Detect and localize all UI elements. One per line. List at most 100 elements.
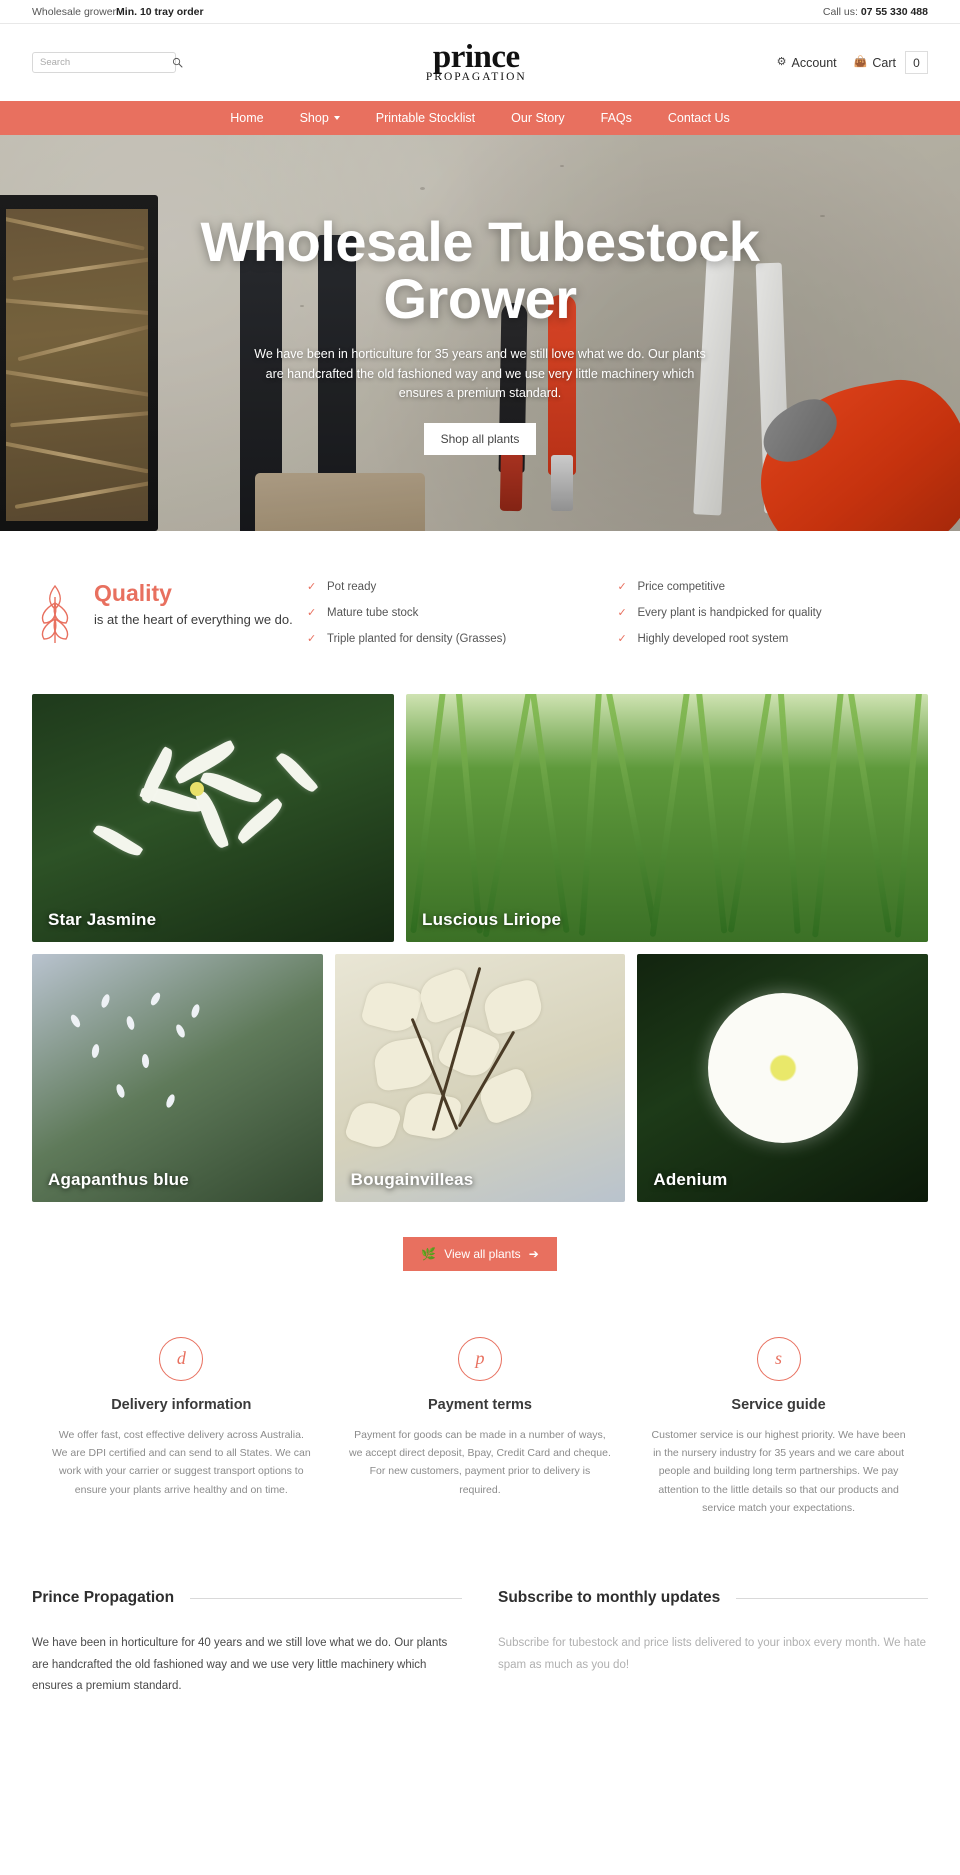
view-all-plants-button[interactable]: 🌿 View all plants ➔ [403,1236,557,1271]
bag-icon: 👜 [853,56,868,68]
chevron-down-icon [333,116,340,120]
quality-subtitle: is at the heart of everything we do. [94,612,293,628]
plant-image-star-jasmine [32,693,394,942]
quality-text-block: Quality is at the heart of everything we… [94,580,293,630]
quality-title: Quality [94,580,172,606]
quality-column-1: ✓ Pot ready ✓ Mature tube stock ✓ Triple pl… [307,581,618,660]
search-icon[interactable] [172,57,183,68]
plant-card-label: Star Jasmine [48,909,157,929]
footer-about-body: We have been in horticulture for 40 year… [32,1637,448,1692]
leaf-small-icon: 🌿 [421,1246,437,1261]
footer-about-column: Prince Propagation We have been in horti… [32,1589,462,1697]
plant-card-agapanthus-blue[interactable]: Agapanthus blue [32,953,323,1202]
quality-list-item: ✓ Mature tube stock [307,607,618,620]
top-announcement-bar: Wholesale grower Min. 10 tray order Call… [0,0,960,24]
gallery-row-2: Agapanthus blue Bougainvilleas Adenium [32,953,929,1202]
nav-item-shop[interactable]: Shop [282,101,358,135]
plant-card-bougainvilleas[interactable]: Bougainvilleas [334,953,626,1202]
arrow-right-icon: ➔ [528,1246,539,1261]
logo-wordmark: prince [432,39,520,76]
nav-label-contact-us: Contact Us [667,111,730,125]
plant-card-label: Luscious Liriope [422,909,562,929]
account-label: Account [791,55,837,70]
view-all-wrapper: 🌿 View all plants ➔ [0,1214,960,1337]
quality-item-label: Pot ready [327,581,377,593]
site-logo[interactable]: prince PROPAGATION [426,41,527,84]
info-body-service: Customer service is our highest priority… [651,1428,906,1515]
plant-card-label: Agapanthus blue [48,1169,189,1189]
plant-card-luscious-liriope[interactable]: Luscious Liriope [406,693,928,942]
plant-card-label: Bougainvilleas [350,1169,474,1189]
quality-intro: Quality is at the heart of everything we… [32,580,297,645]
plant-image-luscious-liriope [406,693,928,942]
payment-letter-icon: p [457,1336,502,1381]
account-link[interactable]: ⚙ Account [777,56,837,70]
info-card-payment: p Payment terms Payment for goods can be… [331,1336,630,1518]
hero-banner: Wholesale Tubestock Grower We have been … [0,135,960,531]
site-footer: Prince Propagation We have been in horti… [0,1589,960,1697]
check-icon: ✓ [307,581,317,593]
site-header: prince PROPAGATION ⚙ Account 👜 Cart 0 [0,24,960,101]
gear-icon: ⚙ [776,56,787,68]
quality-item-label: Every plant is handpicked for quality [637,607,822,620]
check-icon: ✓ [617,607,627,620]
check-icon: ✓ [617,633,627,646]
quality-list-item: ✓ Triple planted for density (Grasses) [307,633,618,646]
call-us-prefix: Call us: [822,5,861,18]
footer-subscribe-body: Subscribe for tubestock and price lists … [498,1637,927,1671]
nav-item-printable-stocklist[interactable]: Printable Stocklist [358,101,493,135]
topbar-left-group: Wholesale grower Min. 10 tray order [32,6,204,18]
info-title-delivery: Delivery information [111,1396,252,1413]
nav-item-home[interactable]: Home [212,101,281,135]
nav-label-faqs: FAQs [600,111,632,125]
delivery-letter-icon: d [159,1336,204,1381]
plant-image-bougainvilleas [334,953,626,1202]
info-card-service: s Service guide Customer service is our … [629,1336,928,1518]
quality-item-label: Mature tube stock [327,607,419,620]
quality-item-label: Price competitive [637,581,726,593]
search-input[interactable] [40,57,172,68]
quality-item-label: Triple planted for density (Grasses) [327,633,507,646]
quality-list-item: ✓ Every plant is handpicked for quality [618,607,929,620]
hero-title: Wholesale Tubestock Grower [200,210,760,331]
header-actions: ⚙ Account 👜 Cart 0 [777,51,928,74]
nav-item-contact-us[interactable]: Contact Us [650,101,748,135]
cart-link[interactable]: 👜 Cart 0 [854,51,928,74]
nav-label-printable-stocklist: Printable Stocklist [375,111,476,125]
shop-all-plants-button[interactable]: Shop all plants [423,423,537,456]
plant-card-adenium[interactable]: Adenium [637,953,929,1202]
plant-image-adenium [637,953,929,1202]
phone-number[interactable]: 07 55 330 488 [861,6,928,18]
nav-label-our-story: Our Story [511,111,565,125]
call-us-text[interactable]: Call us: 07 55 330 488 [823,6,928,18]
leaf-icon [32,583,78,645]
check-icon: ✓ [307,633,317,646]
footer-about-title: Prince Propagation [32,1589,175,1607]
plant-card-star-jasmine[interactable]: Star Jasmine [32,693,394,942]
nav-item-our-story[interactable]: Our Story [493,101,583,135]
plant-gallery: Star Jasmine Luscious Liriope Agapanthus… [0,693,960,1202]
info-title-service: Service guide [731,1396,826,1413]
quality-list-item: ✓ Highly developed root system [618,633,929,646]
footer-subscribe-heading: Subscribe to monthly updates [498,1589,928,1607]
check-icon: ✓ [307,607,317,620]
plant-image-agapanthus-blue [32,953,323,1202]
info-body-delivery: We offer fast, cost effective delivery a… [51,1428,311,1496]
nav-item-faqs[interactable]: FAQs [583,101,650,135]
search-box[interactable] [32,52,183,73]
main-navigation: Home Shop Printable Stocklist Our Story … [0,101,960,135]
hero-content: Wholesale Tubestock Grower We have been … [0,135,960,456]
plant-card-label: Adenium [653,1169,728,1189]
check-icon: ✓ [617,581,627,593]
info-card-delivery: d Delivery information We offer fast, co… [32,1336,331,1518]
quality-column-2: ✓ Price competitive ✓ Every plant is handp… [618,581,929,660]
nav-label-shop: Shop [299,111,329,125]
info-columns: d Delivery information We offer fast, co… [0,1336,960,1590]
view-all-plants-label: View all plants [444,1246,521,1261]
quality-item-label: Highly developed root system [637,633,789,646]
cart-count-badge: 0 [904,51,928,74]
footer-subscribe-column: Subscribe to monthly updates Subscribe f… [498,1589,928,1697]
footer-divider [190,1597,462,1599]
nav-label-home: Home [230,111,264,125]
footer-subscribe-title: Subscribe to monthly updates [498,1589,721,1607]
